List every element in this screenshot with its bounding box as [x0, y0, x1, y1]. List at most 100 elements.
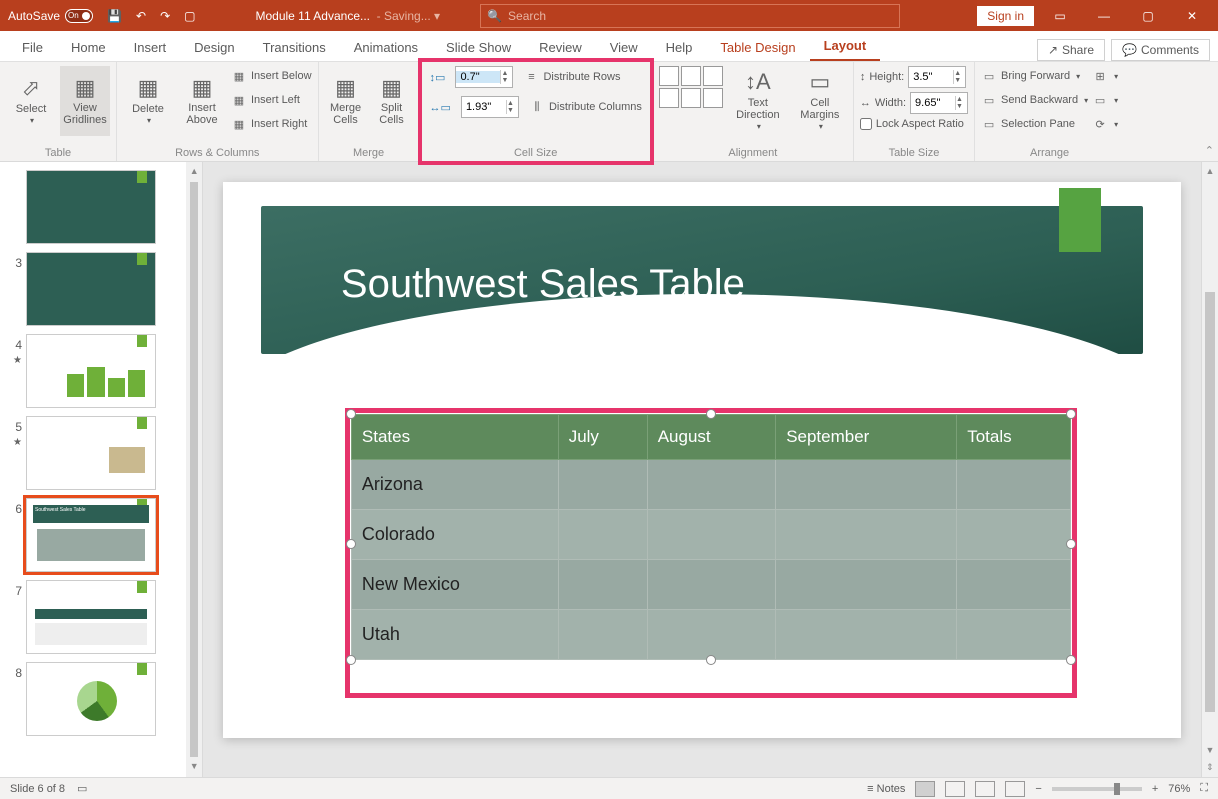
- selection-pane-button[interactable]: ▭Selection Pane: [981, 114, 1088, 134]
- signin-button[interactable]: Sign in: [977, 6, 1034, 26]
- resize-handle[interactable]: [1066, 655, 1076, 665]
- table-cell[interactable]: [776, 510, 957, 560]
- tab-view[interactable]: View: [596, 34, 652, 61]
- text-align-grid[interactable]: [659, 66, 723, 108]
- table-cell[interactable]: Utah: [351, 610, 558, 660]
- thumbnail[interactable]: [26, 416, 156, 490]
- table-cell[interactable]: [647, 560, 775, 610]
- select-button[interactable]: ⬀Select▾: [6, 66, 56, 136]
- view-gridlines-button[interactable]: ▦View Gridlines: [60, 66, 110, 136]
- resize-handle[interactable]: [706, 409, 716, 419]
- slide-thumbnails[interactable]: 34★5★6Southwest Sales Table78: [0, 162, 186, 777]
- tab-insert[interactable]: Insert: [120, 34, 181, 61]
- fit-window-icon[interactable]: ⛶: [1200, 782, 1208, 795]
- slide-title[interactable]: Southwest Sales Table: [341, 262, 745, 307]
- share-button[interactable]: ↗Share: [1037, 39, 1105, 61]
- resize-handle[interactable]: [1066, 409, 1076, 419]
- table-cell[interactable]: Colorado: [351, 510, 558, 560]
- slide-counter[interactable]: Slide 6 of 8: [10, 783, 65, 795]
- table-cell[interactable]: New Mexico: [351, 560, 558, 610]
- tab-transitions[interactable]: Transitions: [249, 34, 340, 61]
- table-cell[interactable]: [647, 510, 775, 560]
- thumbnail[interactable]: Southwest Sales Table: [26, 498, 156, 572]
- tab-tabledesign[interactable]: Table Design: [706, 34, 809, 61]
- insert-below-button[interactable]: ▦Insert Below: [231, 66, 312, 86]
- table-cell[interactable]: [776, 460, 957, 510]
- ribbon-display-icon[interactable]: ▭: [1042, 6, 1078, 26]
- thumbnail-row[interactable]: 3: [0, 248, 186, 330]
- insert-right-button[interactable]: ▦Insert Right: [231, 114, 312, 134]
- tab-slideshow[interactable]: Slide Show: [432, 34, 525, 61]
- distribute-cols-button[interactable]: ⫼Distribute Columns: [529, 97, 642, 117]
- send-backward-button[interactable]: ▭Send Backward▾: [981, 90, 1088, 110]
- table-cell[interactable]: [957, 610, 1071, 660]
- comments-button[interactable]: 💬Comments: [1111, 39, 1210, 61]
- notes-button[interactable]: ≡ Notes: [867, 783, 905, 795]
- undo-icon[interactable]: ↶: [136, 9, 146, 23]
- redo-icon[interactable]: ↷: [160, 9, 170, 23]
- merge-cells-button[interactable]: ▦Merge Cells: [325, 66, 367, 136]
- resize-handle[interactable]: [346, 409, 356, 419]
- thumbnail-row[interactable]: [0, 166, 186, 248]
- table-cell[interactable]: [558, 560, 647, 610]
- table-header-cell[interactable]: August: [647, 415, 775, 460]
- resize-handle[interactable]: [346, 539, 356, 549]
- thumbnail-row[interactable]: 7: [0, 576, 186, 658]
- thumbnail[interactable]: [26, 252, 156, 326]
- table-row[interactable]: New Mexico: [351, 560, 1070, 610]
- table-cell[interactable]: [776, 610, 957, 660]
- normal-view-icon[interactable]: [915, 781, 935, 797]
- text-direction-button[interactable]: ↕AText Direction▾: [731, 66, 785, 136]
- slideshow-icon[interactable]: ▢: [184, 9, 195, 23]
- slide-table[interactable]: StatesJulyAugustSeptemberTotals ArizonaC…: [351, 414, 1071, 660]
- zoom-out-icon[interactable]: −: [1035, 783, 1041, 795]
- table-cell[interactable]: [957, 460, 1071, 510]
- table-cell[interactable]: Arizona: [351, 460, 558, 510]
- table-cell[interactable]: [558, 460, 647, 510]
- resize-handle[interactable]: [346, 655, 356, 665]
- resize-handle[interactable]: [1066, 539, 1076, 549]
- table-cell[interactable]: [957, 560, 1071, 610]
- thumbnail[interactable]: [26, 170, 156, 244]
- thumbnail[interactable]: [26, 662, 156, 736]
- insert-left-button[interactable]: ▦Insert Left: [231, 90, 312, 110]
- insert-above-button[interactable]: ▦Insert Above: [177, 66, 227, 136]
- col-width-input[interactable]: ▲▼: [461, 96, 519, 118]
- lock-aspect-checkbox[interactable]: Lock Aspect Ratio: [860, 118, 964, 130]
- reading-view-icon[interactable]: [975, 781, 995, 797]
- table-header-cell[interactable]: September: [776, 415, 957, 460]
- zoom-slider[interactable]: [1052, 787, 1142, 791]
- vertical-scrollbar[interactable]: ▲ ▼ ⇕: [1201, 162, 1218, 777]
- thumbnail-row[interactable]: 4★: [0, 330, 186, 412]
- search-input[interactable]: [508, 9, 893, 23]
- table-width-input[interactable]: ▲▼: [910, 92, 968, 114]
- thumbnail[interactable]: [26, 580, 156, 654]
- table-header-cell[interactable]: States: [351, 415, 558, 460]
- zoom-in-icon[interactable]: +: [1152, 783, 1158, 795]
- maximize-icon[interactable]: ▢: [1130, 6, 1166, 26]
- table-row[interactable]: Arizona: [351, 460, 1070, 510]
- thumbnail-row[interactable]: 5★: [0, 412, 186, 494]
- align-button[interactable]: ⊞▾: [1092, 66, 1118, 86]
- rotate-button[interactable]: ⟳▾: [1092, 114, 1118, 134]
- tab-layout[interactable]: Layout: [810, 32, 881, 61]
- tab-home[interactable]: Home: [57, 34, 120, 61]
- table-header-cell[interactable]: Totals: [957, 415, 1071, 460]
- table-cell[interactable]: [776, 560, 957, 610]
- tab-help[interactable]: Help: [652, 34, 707, 61]
- table-cell[interactable]: [647, 610, 775, 660]
- close-icon[interactable]: ✕: [1174, 6, 1210, 26]
- table-cell[interactable]: [647, 460, 775, 510]
- thumbnail[interactable]: [26, 334, 156, 408]
- thumbs-scrollbar[interactable]: ▲ ▼: [186, 162, 203, 777]
- table-header-cell[interactable]: July: [558, 415, 647, 460]
- minimize-icon[interactable]: —: [1086, 6, 1122, 26]
- table-cell[interactable]: [558, 510, 647, 560]
- delete-button[interactable]: ▦Delete▾: [123, 66, 173, 136]
- split-cells-button[interactable]: ▦Split Cells: [371, 66, 413, 136]
- thumbnail-row[interactable]: 6Southwest Sales Table: [0, 494, 186, 576]
- autosave-switch[interactable]: On: [65, 9, 93, 23]
- bring-forward-button[interactable]: ▭Bring Forward▾: [981, 66, 1088, 86]
- collapse-ribbon-icon[interactable]: ⌃: [1205, 144, 1214, 157]
- sorter-view-icon[interactable]: [945, 781, 965, 797]
